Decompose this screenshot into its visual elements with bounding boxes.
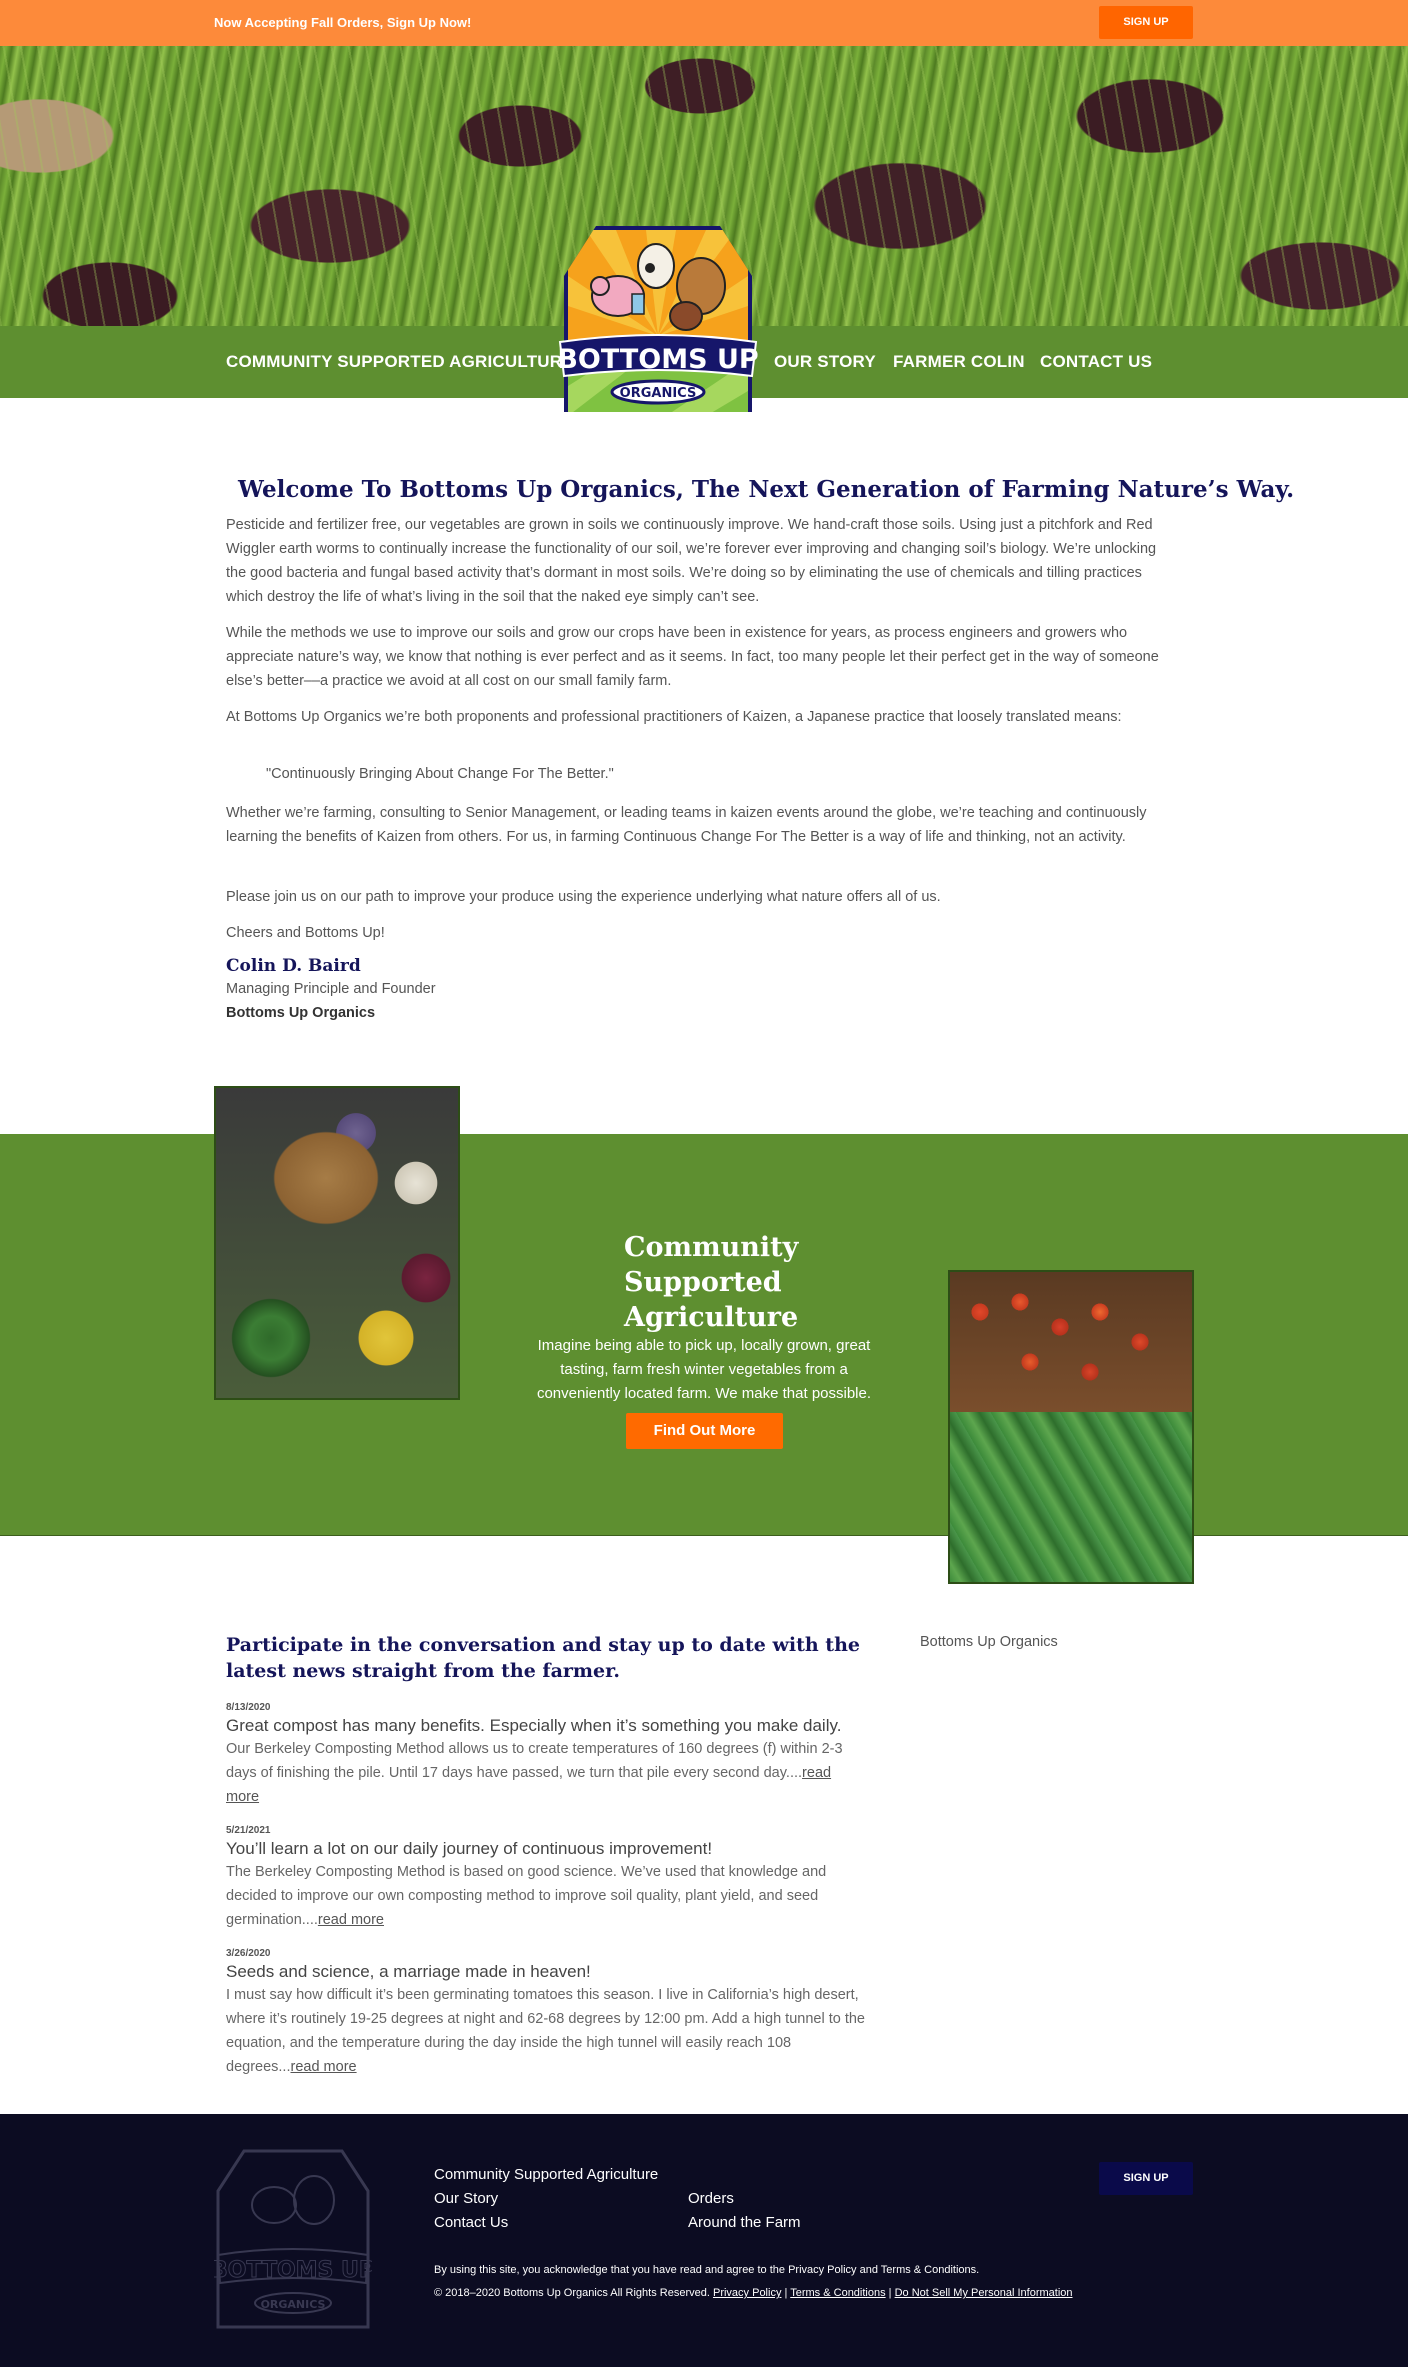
welcome-paragraph: At Bottoms Up Organics we’re both propon… bbox=[226, 709, 1122, 725]
nav-item-our-story[interactable]: OUR STORY bbox=[774, 352, 876, 372]
blog-post: 5/21/2021 You’ll learn a lot on our dail… bbox=[226, 1825, 866, 1932]
footer-copyright-row: © 2018–2020 Bottoms Up Organics All Righ… bbox=[434, 2287, 1073, 2299]
do-not-sell-link[interactable]: Do Not Sell My Personal Information bbox=[895, 2287, 1073, 2299]
privacy-policy-link[interactable]: Privacy Policy bbox=[713, 2287, 781, 2299]
tomatoes-cucumbers-photo bbox=[948, 1270, 1194, 1584]
read-more-link[interactable]: read more bbox=[291, 2059, 357, 2075]
signature-org: Bottoms Up Organics bbox=[226, 1005, 376, 1021]
welcome-paragraph: Pesticide and fertilizer free, our veget… bbox=[226, 517, 1157, 605]
post-excerpt: I must say how difficult it’s been germi… bbox=[226, 1987, 865, 2075]
logo-sub-text: ORGANICS bbox=[620, 386, 697, 401]
post-date: 5/21/2021 bbox=[226, 1825, 271, 1836]
footer-link-contact-us[interactable]: Contact Us bbox=[434, 2214, 508, 2231]
footer-link-orders[interactable]: Orders bbox=[688, 2190, 734, 2207]
footer-logo-sub-text: ORGANICS bbox=[261, 2298, 326, 2311]
kaizen-quote: "Continuously Bringing About Change For … bbox=[266, 766, 614, 782]
welcome-paragraph: Whether we’re farming, consulting to Sen… bbox=[226, 805, 1147, 845]
vegetable-basket-photo bbox=[214, 1086, 460, 1400]
announcement-text: Now Accepting Fall Orders, Sign Up Now! bbox=[214, 15, 472, 30]
post-excerpt: The Berkeley Composting Method is based … bbox=[226, 1864, 827, 1928]
signature-role: Managing Principle and Founder bbox=[226, 981, 436, 997]
welcome-title: Welcome To Bottoms Up Organics, The Next… bbox=[238, 476, 1295, 503]
blog-heading: Participate in the conversation and stay… bbox=[226, 1634, 860, 1682]
welcome-paragraph: While the methods we use to improve our … bbox=[226, 625, 1159, 689]
footer-logo[interactable]: BOTTOMS UP ORGANICS bbox=[214, 2145, 372, 2333]
footer-disclaimer: By using this site, you acknowledge that… bbox=[434, 2264, 980, 2276]
bottoms-up-logo[interactable]: BOTTOMS UP ORGANICS bbox=[556, 216, 760, 418]
post-date: 8/13/2020 bbox=[226, 1702, 271, 1713]
post-title[interactable]: Seeds and science, a marriage made in he… bbox=[226, 1961, 866, 1983]
welcome-paragraph: Cheers and Bottoms Up! bbox=[226, 925, 385, 941]
footer-link-around-the-farm[interactable]: Around the Farm bbox=[688, 2214, 801, 2231]
terms-conditions-link[interactable]: Terms & Conditions bbox=[790, 2287, 885, 2299]
separator: | bbox=[888, 2287, 892, 2299]
post-title[interactable]: You’ll learn a lot on our daily journey … bbox=[226, 1838, 866, 1860]
announcement-bar: Now Accepting Fall Orders, Sign Up Now! … bbox=[0, 0, 1408, 46]
separator: | bbox=[784, 2287, 788, 2299]
sidebar-label: Bottoms Up Organics bbox=[920, 1634, 1058, 1650]
nav-item-csa[interactable]: COMMUNITY SUPPORTED AGRICULTURE bbox=[226, 352, 574, 372]
welcome-paragraph: Please join us on our path to improve yo… bbox=[226, 889, 941, 905]
blog-post: 3/26/2020 Seeds and science, a marriage … bbox=[226, 1948, 866, 2079]
csa-description: Imagine being able to pick up, locally g… bbox=[536, 1337, 872, 1402]
footer-logo-main-text: BOTTOMS UP bbox=[214, 2258, 372, 2283]
footer-link-csa[interactable]: Community Supported Agriculture bbox=[434, 2166, 658, 2183]
post-date: 3/26/2020 bbox=[226, 1948, 271, 1959]
nav-item-contact-us[interactable]: CONTACT US bbox=[1040, 352, 1152, 372]
logo-main-text: BOTTOMS UP bbox=[557, 344, 758, 375]
tomato-crate bbox=[950, 1272, 1192, 1412]
post-title[interactable]: Great compost has many benefits. Especia… bbox=[226, 1715, 866, 1737]
nav-item-farmer-colin[interactable]: FARMER COLIN bbox=[893, 352, 1025, 372]
copyright-text: © 2018–2020 Bottoms Up Organics All Righ… bbox=[434, 2287, 710, 2299]
post-excerpt: Our Berkeley Composting Method allows us… bbox=[226, 1741, 843, 1805]
footer-link-our-story[interactable]: Our Story bbox=[434, 2190, 498, 2207]
topbar-signup-button[interactable]: SIGN UP bbox=[1099, 6, 1193, 39]
blog-post: 8/13/2020 Great compost has many benefit… bbox=[226, 1702, 866, 1809]
find-out-more-button[interactable]: Find Out More bbox=[626, 1413, 783, 1449]
csa-title: Community Supported Agriculture bbox=[624, 1232, 799, 1333]
read-more-link[interactable]: read more bbox=[318, 1912, 384, 1928]
footer-signup-button[interactable]: SIGN UP bbox=[1099, 2162, 1193, 2195]
signature-name: Colin D. Baird bbox=[226, 956, 361, 976]
footer bbox=[0, 2114, 1408, 2367]
